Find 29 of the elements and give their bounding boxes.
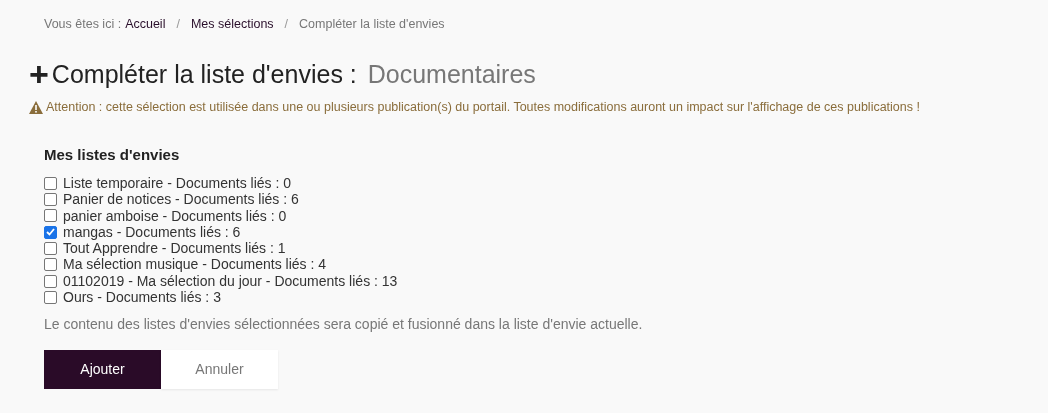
breadcrumb-link[interactable]: Mes sélections: [190, 14, 274, 34]
breadcrumb-separator: /: [175, 15, 181, 33]
checkbox[interactable]: [44, 225, 57, 239]
section-heading: Mes listes d'envies: [44, 144, 181, 165]
checkbox[interactable]: [44, 258, 57, 272]
checkbox-label: mangas - Documents liés : 6: [63, 223, 241, 242]
checkbox-label: 01102019 - Ma sélection du jour - Documents liés : 13: [63, 272, 398, 291]
checkbox[interactable]: [44, 193, 57, 207]
checkbox-label: Tout Apprendre - Documents liés : 1: [63, 240, 286, 258]
checkbox[interactable]: [44, 290, 57, 304]
checkbox[interactable]: [44, 274, 57, 288]
help-text: Le contenu des listes d'envies sélectionnées sera copié et fusionné dans la liste d'envie actuelle.: [44, 314, 644, 334]
checkbox-label: Ours - Documents liés : 3: [63, 288, 221, 307]
page-subtitle: Documentaires: [367, 59, 536, 91]
plus-icon: +: [29, 56, 49, 91]
breadcrumb-link[interactable]: Accueil: [125, 14, 166, 34]
page-title: Compléter la liste d'envies :: [51, 59, 358, 91]
warning-icon: [29, 100, 43, 114]
cancel-button[interactable]: Annuler: [161, 349, 278, 389]
checkbox[interactable]: [44, 242, 57, 256]
add-button[interactable]: Ajouter: [44, 349, 161, 389]
checkbox-label: Ma sélection musique - Documents liés : 4: [63, 256, 326, 275]
breadcrumb-current: Compléter la liste d'envies: [299, 15, 445, 33]
warning-message: Attention : cette sélection est utilisée dans une ou plusieurs publication(s) du portail. Toutes modifications auront un impact sur l'affichage de ces publications !: [46, 99, 920, 116]
checkbox[interactable]: [44, 209, 57, 223]
checkbox-label: Liste temporaire - Documents liés : 0: [63, 173, 291, 193]
checkbox[interactable]: [44, 176, 57, 190]
breadcrumb-prefix: Vous êtes ici :: [44, 15, 122, 33]
breadcrumb-separator: /: [283, 15, 290, 33]
